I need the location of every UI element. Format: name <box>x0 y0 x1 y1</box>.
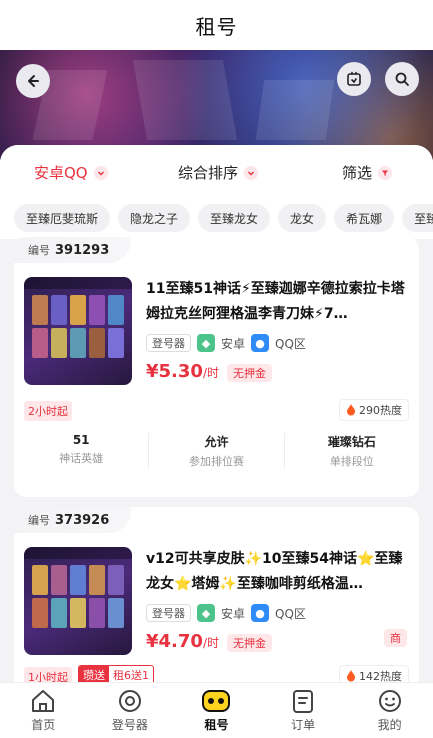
account-thumbnail <box>24 277 132 385</box>
code-label: 编号 <box>28 514 50 527</box>
chip[interactable]: 至臻厄斐琉斯 <box>14 204 111 232</box>
login-tool-icon <box>118 690 141 712</box>
price-value: ¥4.70 <box>146 631 203 652</box>
stat-value: 璀璨钻石 <box>327 435 376 449</box>
qq-icon: ● <box>251 334 270 352</box>
deposit-badge: 无押金 <box>226 634 272 652</box>
filter-platform[interactable]: 安卓QQ <box>34 162 108 183</box>
min-rent-badge: 1小时起 <box>24 667 72 682</box>
tab-rent[interactable]: 租号 <box>173 683 260 738</box>
code-value: 373926 <box>55 512 110 528</box>
hot-badge: 290热度 <box>339 399 409 421</box>
chip[interactable]: 至臻 <box>402 204 433 232</box>
stat-item: 允许 参加排位赛 <box>149 433 285 469</box>
title-bar: 租号 <box>0 0 433 50</box>
code-value: 391293 <box>55 242 110 258</box>
source-tag: 登号器 <box>146 604 191 622</box>
back-arrow-icon <box>28 75 39 87</box>
promo-badge: 瓒送 租6送1 <box>78 665 154 682</box>
stat-label: 参加排位赛 <box>188 455 244 468</box>
account-thumbnail <box>24 547 132 655</box>
tab-home[interactable]: 首页 <box>0 683 87 738</box>
promo-text: 租6送1 <box>113 669 149 682</box>
price: ¥5.30/时 <box>146 361 219 382</box>
share-button[interactable] <box>337 62 371 96</box>
stat-value: 51 <box>72 433 90 447</box>
chevron-down-icon <box>93 165 108 180</box>
account-code: 编号 391293 <box>14 237 132 263</box>
profile-icon <box>378 690 401 712</box>
tab-orders[interactable]: 订单 <box>260 683 347 738</box>
chevron-down-icon <box>244 165 259 180</box>
tab-label: 我的 <box>377 718 402 732</box>
os-label: 安卓 <box>221 336 246 351</box>
chip[interactable]: 希瓦娜 <box>334 204 395 232</box>
home-icon <box>32 690 55 712</box>
filter-screen-label: 筛选 <box>342 164 373 182</box>
filter-bar: 安卓QQ 综合排序 筛选 <box>0 145 433 197</box>
qq-icon: ● <box>251 604 270 622</box>
filter-sort-label: 综合排序 <box>178 164 239 182</box>
chip[interactable]: 至臻龙女 <box>198 204 271 232</box>
merchant-badge: 商 <box>384 629 407 647</box>
android-icon: ◆ <box>197 604 215 622</box>
price-value: ¥5.30 <box>146 361 203 382</box>
account-card[interactable]: 编号 391293 11至臻51神话⚡至臻迦娜辛德拉索拉卡塔姆拉克丝阿狸格温李青刀… <box>14 237 419 497</box>
hero-banner <box>0 50 433 160</box>
hot-value: 142热度 <box>359 670 402 682</box>
min-rent-badge: 2小时起 <box>24 401 72 421</box>
tab-profile[interactable]: 我的 <box>346 683 433 738</box>
hero-tag-chips: 至臻厄斐琉斯 隐龙之子 至臻龙女 龙女 希瓦娜 至臻 <box>0 197 433 239</box>
zone-label: QQ区 <box>275 336 306 351</box>
price-unit: /时 <box>202 636 219 650</box>
account-description: v12可共享皮肤✨10至臻54神话⭐至臻龙女⭐塔姆✨至臻咖啡剪纸格温… <box>146 551 403 592</box>
os-label: 安卓 <box>221 606 246 621</box>
stat-label: 单排段位 <box>329 455 374 468</box>
back-button[interactable] <box>16 64 50 98</box>
gamepad-icon <box>202 690 231 712</box>
search-button[interactable] <box>385 62 419 96</box>
share-icon <box>347 71 361 86</box>
hot-badge: 142热度 <box>339 665 409 682</box>
chip[interactable]: 龙女 <box>278 204 327 232</box>
tab-label: 登号器 <box>111 718 148 732</box>
android-icon: ◆ <box>197 334 215 352</box>
flame-icon <box>347 670 355 682</box>
account-info: 11至臻51神话⚡至臻迦娜辛德拉索拉卡塔姆拉克丝阿狸格温李青刀妹⚡7… 登号器 … <box>146 277 411 382</box>
chip[interactable]: 隐龙之子 <box>118 204 191 232</box>
order-icon <box>293 690 314 713</box>
filter-platform-label: 安卓QQ <box>34 164 88 182</box>
tab-label: 租号 <box>204 718 229 732</box>
price: ¥4.70/时 <box>146 631 219 652</box>
filter-funnel-icon <box>378 165 393 180</box>
account-info: v12可共享皮肤✨10至臻54神话⭐至臻龙女⭐塔姆✨至臻咖啡剪纸格温… 登号器 … <box>146 547 411 652</box>
flame-icon <box>347 404 355 416</box>
account-code: 编号 373926 <box>14 507 132 533</box>
content-area: 安卓QQ 综合排序 筛选 至臻厄斐琉斯 隐龙之子 至臻龙女 龙女 希瓦娜 至臻 … <box>0 145 433 682</box>
page-title: 租号 <box>195 14 238 39</box>
account-stats: 51 神话英雄 允许参加排位赛 璀璨钻石单排段位 <box>14 433 419 469</box>
stat-value: 允许 <box>204 435 229 449</box>
account-description: 11至臻51神话⚡至臻迦娜辛德拉索拉卡塔姆拉克丝阿狸格温李青刀妹⚡7… <box>146 281 405 322</box>
source-tag: 登号器 <box>146 334 191 352</box>
promo-tag: 瓒送 <box>79 666 109 682</box>
zone-label: QQ区 <box>275 606 306 621</box>
price-unit: /时 <box>202 366 219 380</box>
bottom-tab-bar: 首页 登号器 租号 订单 我的 <box>0 682 433 738</box>
tab-login-tool[interactable]: 登号器 <box>87 683 174 738</box>
stat-label: 神话英雄 <box>59 452 104 465</box>
tab-label: 首页 <box>31 718 56 732</box>
account-card[interactable]: 编号 373926 v12可共享皮肤✨10至臻54神话⭐至臻龙女⭐塔姆✨至臻咖啡剪… <box>14 507 419 682</box>
filter-sort[interactable]: 综合排序 <box>178 162 259 183</box>
tab-label: 订单 <box>291 718 316 732</box>
stat-item: 51 神话英雄 <box>14 433 150 469</box>
code-label: 编号 <box>28 244 50 257</box>
deposit-badge: 无押金 <box>226 364 272 382</box>
hot-value: 290热度 <box>359 404 402 417</box>
search-icon <box>395 72 409 86</box>
stat-item: 璀璨钻石 单排段位 <box>285 433 419 469</box>
filter-screen[interactable]: 筛选 <box>342 162 393 183</box>
